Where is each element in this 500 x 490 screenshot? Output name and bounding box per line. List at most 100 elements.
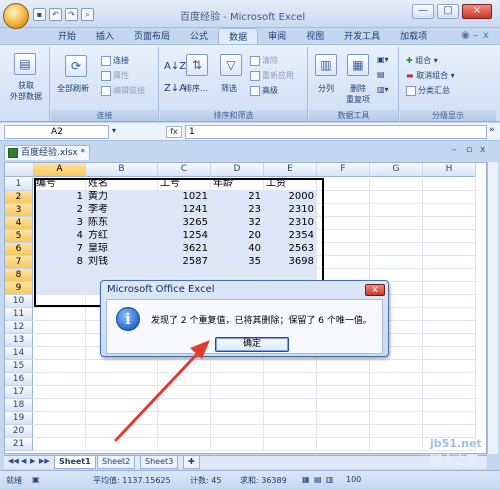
tab-home[interactable]: 开始 <box>48 28 86 44</box>
cell-c19[interactable] <box>158 412 211 425</box>
cell-d18[interactable] <box>211 399 264 412</box>
cell-e6[interactable]: 2563 <box>264 243 317 256</box>
filter-icon[interactable]: ▽ <box>220 54 242 76</box>
cell-d2[interactable]: 21 <box>211 191 264 204</box>
column-header-b[interactable]: B <box>86 163 158 177</box>
cell-b6[interactable]: 皇琼 <box>86 243 158 256</box>
zoom-level[interactable]: 100 <box>346 475 361 484</box>
cell-e7[interactable]: 3698 <box>264 256 317 269</box>
prev-sheet-icon[interactable]: ◀ <box>21 457 26 465</box>
column-header-f[interactable]: F <box>317 163 370 177</box>
cell-d7[interactable]: 35 <box>211 256 264 269</box>
text-to-columns-icon[interactable]: ▥ <box>315 54 337 76</box>
column-header-a[interactable]: A <box>34 163 86 177</box>
subtotal-button[interactable]: 分类汇总 <box>406 85 450 96</box>
normal-view-icon[interactable]: ▦ <box>302 475 310 484</box>
row-header-16[interactable]: 16 <box>5 373 33 386</box>
cell-c3[interactable]: 1241 <box>158 204 211 217</box>
cell-d21[interactable] <box>211 438 264 451</box>
cell-g20[interactable] <box>370 425 423 438</box>
cell-c20[interactable] <box>158 425 211 438</box>
what-if-icon[interactable]: ▥▾ <box>377 85 389 94</box>
cell-c18[interactable] <box>158 399 211 412</box>
remove-duplicates-icon[interactable]: ▦ <box>347 54 369 76</box>
row-header-20[interactable]: 20 <box>5 425 33 438</box>
cell-g7[interactable] <box>370 256 423 269</box>
cell-g6[interactable] <box>370 243 423 256</box>
database-icon[interactable]: ▤ <box>14 53 36 75</box>
cell-a20[interactable] <box>34 425 86 438</box>
cell-d5[interactable]: 20 <box>211 230 264 243</box>
cell-f17[interactable] <box>317 386 370 399</box>
cell-h14[interactable] <box>423 347 476 360</box>
cell-e15[interactable] <box>264 360 317 373</box>
name-box-dropdown-icon[interactable]: ▾ <box>112 126 116 135</box>
tab-insert[interactable]: 插入 <box>86 28 124 44</box>
cell-g18[interactable] <box>370 399 423 412</box>
help-icon[interactable]: ◉ <box>461 30 470 41</box>
cell-b17[interactable] <box>86 386 158 399</box>
consolidate-icon[interactable]: ▤ <box>377 70 385 79</box>
cell-h8[interactable] <box>423 269 476 282</box>
cell-h6[interactable] <box>423 243 476 256</box>
sheet-tab-3[interactable]: Sheet3 <box>140 456 179 469</box>
group-button[interactable]: ✚ 组合 ▾ <box>406 55 438 66</box>
cell-h3[interactable] <box>423 204 476 217</box>
reapply-button[interactable]: 重新应用 <box>250 70 294 81</box>
cell-c7[interactable]: 2587 <box>158 256 211 269</box>
cell-c6[interactable]: 3621 <box>158 243 211 256</box>
row-header-5[interactable]: 5 <box>5 230 33 243</box>
cell-h17[interactable] <box>423 386 476 399</box>
cell-b18[interactable] <box>86 399 158 412</box>
cell-f18[interactable] <box>317 399 370 412</box>
cell-e16[interactable] <box>264 373 317 386</box>
cell-a13[interactable] <box>34 334 86 347</box>
cell-e19[interactable] <box>264 412 317 425</box>
expand-formula-icon[interactable]: » <box>489 125 495 135</box>
get-external-data-button[interactable]: 获取 外部数据 <box>7 80 45 102</box>
cell-h13[interactable] <box>423 334 476 347</box>
cell-a19[interactable] <box>34 412 86 425</box>
cell-b21[interactable] <box>86 438 158 451</box>
cell-c5[interactable]: 1254 <box>158 230 211 243</box>
cell-c1[interactable]: 工号 <box>158 178 211 191</box>
cell-g17[interactable] <box>370 386 423 399</box>
cell-h10[interactable] <box>423 295 476 308</box>
doc-restore-icon[interactable]: ▫ <box>466 145 472 155</box>
cell-d6[interactable]: 40 <box>211 243 264 256</box>
column-header-h[interactable]: H <box>423 163 476 177</box>
row-header-8[interactable]: 8 <box>5 269 33 282</box>
tab-addins[interactable]: 加载项 <box>390 28 437 44</box>
connections-button[interactable]: 连接 <box>101 55 129 66</box>
cell-h12[interactable] <box>423 321 476 334</box>
cell-f21[interactable] <box>317 438 370 451</box>
cell-b19[interactable] <box>86 412 158 425</box>
close-button[interactable]: × <box>462 4 492 19</box>
tab-page-layout[interactable]: 页面布局 <box>124 28 180 44</box>
ungroup-button[interactable]: ▬ 取消组合 ▾ <box>406 70 455 81</box>
select-all-corner[interactable] <box>5 163 34 177</box>
cell-f5[interactable] <box>317 230 370 243</box>
ribbon-close-icon[interactable]: x <box>483 30 489 41</box>
redo-icon[interactable]: ↷ <box>65 8 78 21</box>
refresh-all-button[interactable]: 全部刷新 <box>57 83 89 94</box>
clear-button[interactable]: 清除 <box>250 55 278 66</box>
doc-close-icon[interactable]: x <box>480 145 485 155</box>
cell-g3[interactable] <box>370 204 423 217</box>
row-header-17[interactable]: 17 <box>5 386 33 399</box>
tab-formulas[interactable]: 公式 <box>180 28 218 44</box>
cell-f4[interactable] <box>317 217 370 230</box>
cell-b7[interactable]: 刘钱 <box>86 256 158 269</box>
row-header-12[interactable]: 12 <box>5 321 33 334</box>
cell-d16[interactable] <box>211 373 264 386</box>
cell-e18[interactable] <box>264 399 317 412</box>
cell-f15[interactable] <box>317 360 370 373</box>
cell-h1[interactable] <box>423 178 476 191</box>
cell-d15[interactable] <box>211 360 264 373</box>
cell-h18[interactable] <box>423 399 476 412</box>
cell-d1[interactable]: 年龄 <box>211 178 264 191</box>
row-header-15[interactable]: 15 <box>5 360 33 373</box>
cell-a15[interactable] <box>34 360 86 373</box>
cell-a16[interactable] <box>34 373 86 386</box>
row-header-9[interactable]: 9 <box>5 282 33 295</box>
